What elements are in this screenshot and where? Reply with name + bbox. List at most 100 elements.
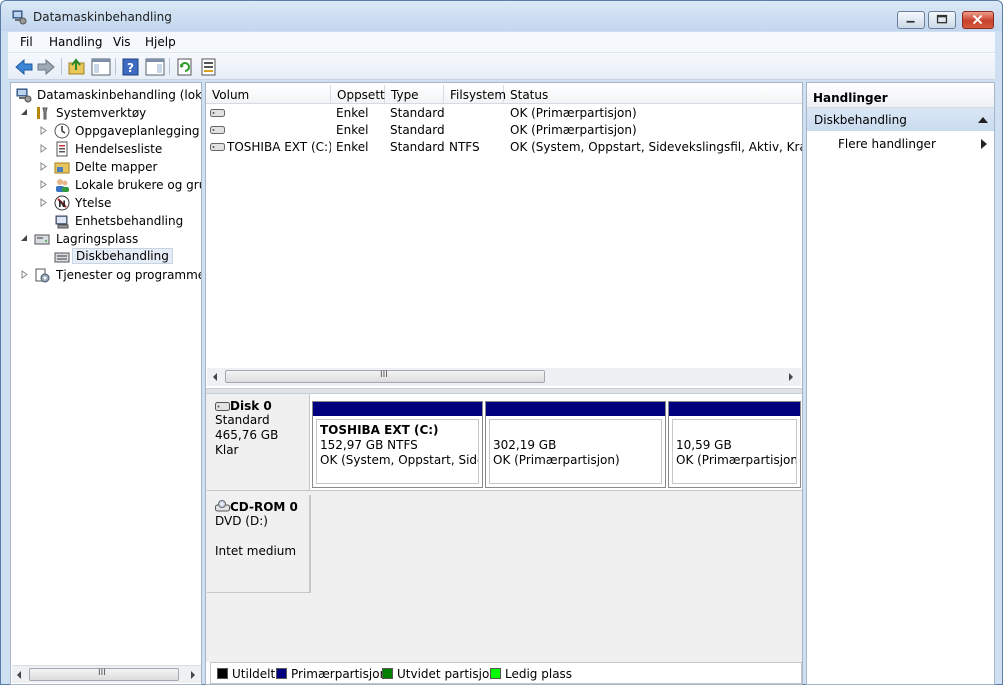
column-header-volum[interactable]: Volum bbox=[206, 85, 331, 104]
cell-status: OK (Primærpartisjon) bbox=[510, 123, 637, 137]
minimize-button[interactable] bbox=[897, 11, 925, 29]
menu-handling[interactable]: Handling bbox=[49, 35, 103, 49]
partition-size: 152,97 GB NTFS bbox=[320, 438, 418, 452]
table-row[interactable]: Enkel Standard OK (Primærpartisjon) bbox=[206, 122, 802, 139]
scrollbar-thumb[interactable]: III bbox=[29, 668, 179, 681]
collapsed-arrow-icon[interactable] bbox=[39, 126, 48, 135]
menu-bar: Fil Handling Vis Hjelp bbox=[8, 32, 995, 53]
cell-filsystem: NTFS bbox=[449, 140, 480, 154]
actions-section-diskbehandling[interactable]: Diskbehandling bbox=[807, 108, 994, 131]
svg-text:?: ? bbox=[127, 61, 134, 75]
computer-management-icon bbox=[16, 88, 32, 103]
column-header-oppsett[interactable]: Oppsett bbox=[331, 85, 385, 104]
menu-hjelp[interactable]: Hjelp bbox=[145, 35, 176, 49]
partition-body: TOSHIBA EXT (C:) 152,97 GB NTFS OK (Syst… bbox=[316, 419, 479, 484]
legend-swatch-unallocated bbox=[217, 668, 228, 679]
partition-c[interactable]: TOSHIBA EXT (C:) 152,97 GB NTFS OK (Syst… bbox=[312, 401, 483, 488]
toolbar: ? bbox=[8, 53, 995, 80]
cell-type: Standard bbox=[390, 106, 445, 120]
toolbar-separator bbox=[115, 58, 116, 75]
minimize-icon bbox=[906, 20, 915, 23]
partition-size: 10,59 GB bbox=[676, 438, 732, 452]
column-header-filsystem[interactable]: Filsystem bbox=[444, 85, 506, 104]
maximize-button[interactable] bbox=[928, 11, 956, 29]
close-button[interactable] bbox=[962, 11, 994, 29]
scroll-left-arrow-icon[interactable] bbox=[15, 670, 23, 680]
collapsed-arrow-icon[interactable] bbox=[39, 162, 48, 171]
services-icon bbox=[35, 268, 50, 283]
partition-2[interactable]: 302,19 GB OK (Primærpartisjon) bbox=[485, 401, 666, 488]
menu-vis[interactable]: Vis bbox=[113, 35, 131, 49]
storage-icon bbox=[34, 234, 50, 245]
tree-label: Lokale brukere og grupp bbox=[75, 178, 201, 192]
scrollbar-thumb[interactable]: III bbox=[225, 370, 545, 383]
partition-size: 302,19 GB bbox=[493, 438, 557, 452]
collapse-up-icon[interactable] bbox=[978, 116, 988, 123]
table-row[interactable]: TOSHIBA EXT (C:) Enkel Standard NTFS OK … bbox=[206, 139, 802, 156]
actions-pane: Handlinger Diskbehandling Flere handling… bbox=[806, 82, 995, 685]
actions-section-label: Diskbehandling bbox=[814, 113, 907, 127]
scroll-right-arrow-icon[interactable] bbox=[787, 372, 795, 382]
submenu-arrow-icon[interactable] bbox=[981, 139, 988, 149]
cdrom-spacer bbox=[215, 529, 309, 544]
disk-type: Standard bbox=[215, 413, 270, 427]
refresh-icon[interactable] bbox=[175, 57, 195, 77]
tree-label: Tjenester og programmer bbox=[56, 268, 202, 282]
action-flere-handlinger[interactable]: Flere handlinger bbox=[838, 137, 936, 151]
help-icon[interactable]: ? bbox=[121, 57, 141, 77]
legend-swatch-free bbox=[490, 668, 501, 679]
clock-icon bbox=[54, 123, 70, 139]
collapsed-arrow-icon[interactable] bbox=[39, 180, 48, 189]
tree-label: Delte mapper bbox=[75, 160, 158, 174]
scroll-right-arrow-icon[interactable] bbox=[189, 670, 197, 680]
tree-horizontal-scrollbar[interactable]: III bbox=[12, 665, 201, 683]
table-row[interactable]: Enkel Standard OK (Primærpartisjon) bbox=[206, 105, 802, 122]
collapsed-arrow-icon[interactable] bbox=[39, 144, 48, 153]
toolbar-separator bbox=[169, 58, 170, 75]
volume-icon bbox=[210, 109, 225, 117]
disk-name: Disk 0 bbox=[230, 399, 272, 413]
legend: Utildelt Primærpartisjon Utvidet partisj… bbox=[210, 662, 802, 684]
export-list-icon[interactable] bbox=[199, 57, 219, 77]
legend-label: Utildelt bbox=[232, 667, 276, 681]
users-icon bbox=[56, 179, 69, 192]
partition-name bbox=[493, 423, 661, 438]
cdrom-icon bbox=[215, 500, 230, 512]
column-header-status[interactable]: Status bbox=[504, 85, 802, 104]
disk-0-label[interactable]: Disk 0 Standard 465,76 GB Klar bbox=[207, 394, 310, 491]
column-header-type[interactable]: Type bbox=[385, 85, 444, 104]
computer-management-icon bbox=[12, 10, 27, 25]
cell-type: Standard bbox=[390, 140, 445, 154]
window-title: Datamaskinbehandling bbox=[33, 10, 172, 24]
partition-3[interactable]: 10,59 GB OK (Primærpartisjon) bbox=[668, 401, 801, 488]
collapsed-arrow-icon[interactable] bbox=[20, 270, 29, 279]
legend-label: Ledig plass bbox=[505, 667, 573, 681]
show-tree-icon[interactable] bbox=[91, 57, 111, 77]
back-arrow-icon[interactable] bbox=[14, 57, 34, 77]
disk-graphical-view: Disk 0 Standard 465,76 GB Klar TOSHIBA E… bbox=[206, 394, 802, 662]
partition-status: OK (Primærpartisjon) bbox=[493, 453, 620, 467]
legend-label: Utvidet partisjon bbox=[397, 667, 497, 681]
volume-list-horizontal-scrollbar[interactable]: III bbox=[207, 368, 801, 386]
tree-label: Hendelsesliste bbox=[75, 142, 163, 156]
expanded-arrow-icon[interactable] bbox=[20, 108, 29, 117]
cdrom-0-label[interactable]: CD-ROM 0 DVD (D:) Intet medium bbox=[207, 495, 310, 593]
tree-label: Lagringsplass bbox=[56, 232, 139, 246]
maximize-icon bbox=[936, 14, 948, 24]
partition-name bbox=[676, 423, 796, 438]
scroll-left-arrow-icon[interactable] bbox=[211, 372, 219, 382]
up-folder-icon[interactable] bbox=[67, 57, 87, 77]
expanded-arrow-icon[interactable] bbox=[20, 234, 29, 243]
cell-oppsett: Enkel bbox=[336, 140, 369, 154]
show-action-pane-icon[interactable] bbox=[145, 57, 165, 77]
console-tree: Datamaskinbehandling (lokal) Systemverkt… bbox=[10, 82, 202, 685]
forward-arrow-icon[interactable] bbox=[36, 57, 56, 77]
partition-body: 10,59 GB OK (Primærpartisjon) bbox=[672, 419, 797, 484]
menu-fil[interactable]: Fil bbox=[20, 35, 33, 49]
cell-type: Standard bbox=[390, 123, 445, 137]
svg-text:N: N bbox=[58, 200, 66, 210]
collapsed-arrow-icon[interactable] bbox=[39, 198, 48, 207]
disk-management-pane: Volum Oppsett Type Filsystem Status Enke… bbox=[205, 82, 803, 685]
scrollbar-grip: III bbox=[380, 370, 388, 380]
title-bar[interactable]: Datamaskinbehandling bbox=[1, 1, 1002, 31]
